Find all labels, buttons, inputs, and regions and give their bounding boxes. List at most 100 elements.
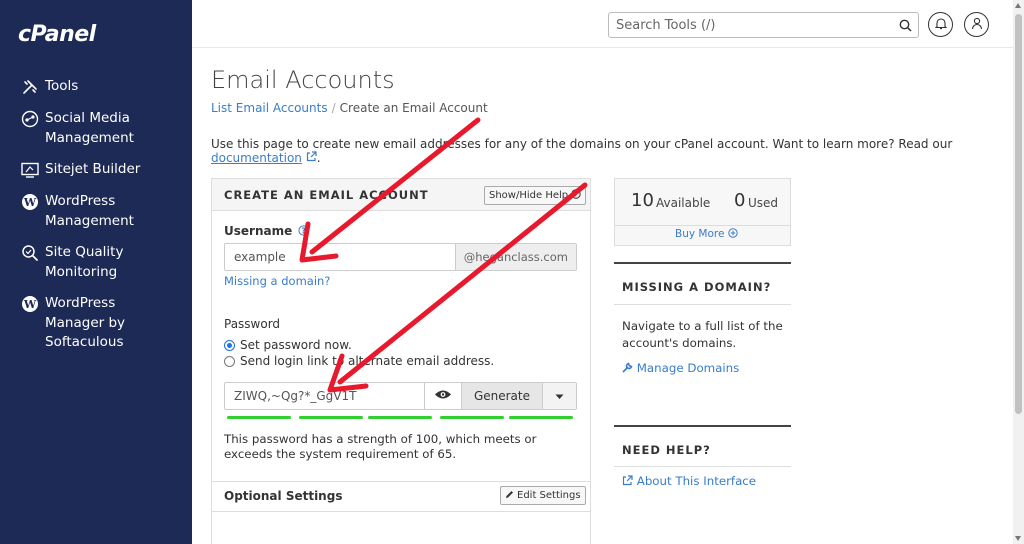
tools-icon [19, 77, 41, 97]
strength-bar-segment [299, 416, 363, 419]
divider [212, 481, 590, 482]
documentation-link[interactable]: documentation [211, 151, 302, 165]
radio-set-password-now[interactable]: Set password now. [224, 338, 352, 352]
help-circle-icon: ? [571, 189, 581, 202]
user-icon [971, 17, 983, 33]
pencil-icon [505, 490, 514, 502]
show-hide-help-button[interactable]: Show/Hide Help ? [484, 186, 587, 205]
strength-bar-segment [440, 416, 504, 419]
optional-settings-title: Optional Settings [224, 489, 343, 503]
breadcrumb-list-email-accounts[interactable]: List Email Accounts [211, 101, 328, 115]
intro-sentence: Use this page to create new email addres… [211, 137, 953, 151]
sidebar-item-label: WordPress Management [45, 193, 134, 229]
generate-label: Generate [473, 389, 530, 403]
breadcrumb: List Email Accounts / Create an Email Acco… [211, 101, 488, 115]
top-bar: Search Tools (/) [192, 0, 1014, 48]
sidebar-item-site-quality[interactable]: Site Quality Monitoring [19, 243, 185, 282]
intro-period: . [316, 151, 321, 165]
eye-icon [434, 389, 452, 403]
password-strength-note: This password has a strength of 100, whi… [224, 432, 537, 461]
generate-options-dropdown[interactable] [542, 383, 576, 409]
sidebar-item-social-media[interactable]: Social Media Management [19, 109, 185, 148]
divider [614, 262, 791, 264]
edit-settings-button[interactable]: Edit Settings [500, 486, 586, 505]
sitejet-icon [19, 160, 41, 180]
radio-unchecked[interactable] [224, 355, 235, 367]
divider [614, 425, 791, 427]
username-label-text: Username [224, 224, 293, 238]
svg-text:?: ? [574, 191, 578, 199]
need-help-title: NEED HELP? [622, 443, 711, 457]
social-icon [19, 109, 41, 129]
password-input[interactable]: ZIWQ,~Qg?*_GgV1T [225, 383, 424, 409]
missing-domain-text: Navigate to a full list of the account's… [622, 319, 783, 350]
password-input-group: ZIWQ,~Qg?*_GgV1T Generate [224, 382, 577, 410]
wordpress-icon: W [19, 294, 41, 314]
sidebar-item-label: Sitejet Builder [45, 161, 141, 177]
strength-bar-segment [368, 416, 432, 419]
page-scrollbar[interactable] [1013, 0, 1024, 544]
search-placeholder: Search Tools (/) [616, 17, 716, 33]
sidebar-item-label: Site Quality Monitoring [45, 244, 124, 280]
svg-text:W: W [23, 298, 37, 311]
quality-icon [19, 243, 41, 263]
edit-settings-label: Edit Settings [517, 490, 581, 501]
external-link-icon [622, 474, 633, 488]
divider [615, 225, 790, 226]
plus-circle-icon [728, 228, 738, 240]
bell-icon [934, 17, 947, 33]
show-hide-help-label: Show/Hide Help [489, 190, 569, 201]
panel-title: CREATE AN EMAIL ACCOUNT [224, 188, 429, 202]
used-count: 0 [734, 190, 746, 211]
about-interface-label: About This Interface [636, 474, 757, 488]
sidebar-item-tools[interactable]: Tools [19, 77, 185, 97]
sidebar: cPanel Tools Social Media Management Sit… [0, 0, 192, 544]
radio-send-link-label: Send login link to alternate email addre… [240, 354, 495, 368]
cpanel-logo[interactable]: cPanel [18, 22, 96, 47]
radio-send-login-link[interactable]: Send login link to alternate email addre… [224, 354, 494, 368]
strength-bar-segment [227, 416, 291, 419]
sidebar-item-label: Social Media Management [45, 110, 134, 146]
generate-button[interactable]: Generate [460, 383, 542, 409]
scroll-up-arrow[interactable] [1015, 3, 1021, 8]
help-icon[interactable]: ? [298, 224, 310, 238]
breadcrumb-current: Create an Email Account [339, 101, 488, 115]
buy-more-link[interactable]: Buy More [675, 228, 738, 240]
manage-domains-link[interactable]: Manage Domains [622, 361, 739, 375]
search-icon[interactable] [892, 19, 918, 32]
external-link-icon [306, 151, 317, 165]
sidebar-item-wordpress-softaculous[interactable]: W WordPress Manager by Softaculous [19, 294, 157, 353]
notifications-button[interactable] [928, 12, 953, 37]
svg-text:W: W [23, 196, 37, 209]
wordpress-icon: W [19, 192, 41, 212]
intro-text: Use this page to create new email addres… [211, 137, 1024, 165]
user-menu-button[interactable] [964, 12, 989, 37]
wrench-icon [622, 361, 633, 375]
missing-domain-link[interactable]: Missing a domain? [224, 274, 330, 288]
toggle-visibility-button[interactable] [423, 383, 461, 409]
sidebar-item-label: WordPress Manager by Softaculous [45, 295, 126, 350]
missing-domain-title: MISSING A DOMAIN? [622, 280, 772, 294]
divider [212, 511, 590, 512]
username-input-group: example @heganclass.com [224, 243, 577, 271]
radio-checked[interactable] [224, 339, 235, 351]
buy-more-label: Buy More [675, 228, 725, 240]
username-input[interactable]: example [225, 244, 455, 270]
strength-bar-segment [509, 416, 573, 419]
divider [614, 304, 791, 305]
domain-addon[interactable]: @heganclass.com [454, 244, 576, 270]
sidebar-item-wordpress-management[interactable]: W WordPress Management [19, 192, 185, 231]
svg-text:?: ? [302, 226, 306, 235]
sidebar-item-sitejet[interactable]: Sitejet Builder [19, 160, 185, 180]
radio-set-password-label: Set password now. [240, 338, 352, 352]
scroll-thumb[interactable] [1015, 14, 1022, 414]
divider [614, 466, 791, 467]
search-tools-input[interactable]: Search Tools (/) [608, 12, 919, 38]
sidebar-item-label: Tools [45, 78, 79, 94]
about-interface-link[interactable]: About This Interface [622, 474, 756, 488]
used-label: Used [748, 196, 779, 210]
scroll-down-arrow[interactable] [1015, 536, 1021, 541]
username-label: Username ? [224, 224, 310, 238]
password-label: Password [224, 317, 281, 331]
page-title: Email Accounts [211, 66, 395, 94]
